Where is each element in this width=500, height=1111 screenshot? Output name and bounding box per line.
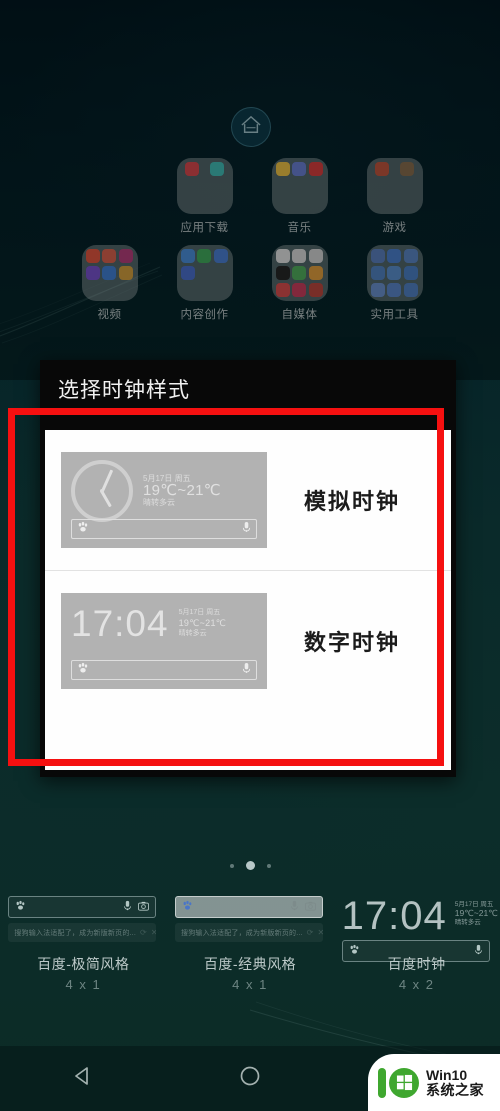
search-bar-preview xyxy=(8,896,157,918)
microphone-icon xyxy=(242,520,251,538)
weather-temperature: 19℃~21℃ xyxy=(143,482,221,499)
page-dot-active[interactable] xyxy=(245,861,255,870)
microphone-icon xyxy=(290,898,299,916)
camera-icon xyxy=(305,898,316,916)
win10-logo-icon xyxy=(378,1067,419,1098)
page-dot[interactable] xyxy=(229,863,234,868)
search-suggestion-preview: 搜狗输入法适配了，成为新版新页的... ⟳ ✕ xyxy=(8,923,157,942)
clock-style-dialog: 选择时钟样式 5月17日 周五 19℃~21℃ 晴转多云 模拟时钟 17:04 … xyxy=(40,360,456,777)
widget-option-baidu-clock[interactable]: 17:04 5月17日 周五 19℃~21℃ 晴转多云 百度时钟 4 x 2 xyxy=(333,896,500,1046)
widget-option-baidu-classic[interactable]: 搜狗输入法适配了，成为新版新页的... ⟳ ✕ 百度-经典风格 4 x 1 xyxy=(167,896,334,1046)
microphone-icon xyxy=(123,898,132,916)
widget-size: 4 x 1 xyxy=(232,977,268,992)
site-watermark: Win10 系统之家 xyxy=(368,1054,500,1111)
widget-picker-row: 搜狗输入法适配了，成为新版新页的... ⟳ ✕ 百度-极简风格 4 x 1 搜狗… xyxy=(0,896,500,1046)
digital-clock-preview: 17:04 5月17日 周五 19℃~21℃ 晴转多云 xyxy=(61,592,267,689)
phone-screen: 应用下载 音乐 游戏 视频 内容创作 自媒体 实用工具 搜狗输入法适配了，成为新… xyxy=(0,0,500,1111)
widget-option-baidu-minimal[interactable]: 搜狗输入法适配了，成为新版新页的... ⟳ ✕ 百度-极简风格 4 x 1 xyxy=(0,896,167,1046)
weather-condition: 晴转多云 xyxy=(178,630,207,637)
refresh-icon: ⟳ xyxy=(306,928,314,937)
watermark-line1: Win10 xyxy=(426,1066,468,1083)
clock-time: 17:04 xyxy=(71,602,169,644)
weather-block: 5月17日 周五 19℃~21℃ 晴转多云 xyxy=(143,473,221,509)
suggestion-text: 搜狗输入法适配了，成为新版新页的... xyxy=(14,929,136,937)
analog-clock-face-icon xyxy=(71,460,133,522)
widget-preview: 17:04 5月17日 周五 19℃~21℃ 晴转多云 xyxy=(341,894,498,962)
baidu-logo-icon xyxy=(182,898,193,916)
baidu-paw-icon xyxy=(15,898,26,916)
widget-preview: 搜狗输入法适配了，成为新版新页的... ⟳ ✕ xyxy=(175,896,325,954)
widget-label: 百度-极简风格 xyxy=(37,956,130,972)
clock-time: 17:04 xyxy=(341,894,447,938)
page-dot[interactable] xyxy=(266,863,271,868)
page-indicator xyxy=(0,861,500,870)
baidu-paw-icon xyxy=(77,520,89,538)
weather-block: 5月17日 周五 19℃~21℃ 晴转多云 xyxy=(455,896,498,927)
search-bar-preview xyxy=(175,896,323,918)
weather-condition: 晴转多云 xyxy=(454,919,481,926)
preview-search-bar xyxy=(71,659,257,680)
home-button[interactable] xyxy=(237,1063,263,1094)
widget-size: 4 x 1 xyxy=(65,977,102,992)
clock-style-option-analog[interactable]: 5月17日 周五 19℃~21℃ 晴转多云 模拟时钟 xyxy=(45,430,451,570)
clock-style-option-digital[interactable]: 17:04 5月17日 周五 19℃~21℃ 晴转多云 数字时钟 xyxy=(45,570,451,710)
widget-label: 百度-经典风格 xyxy=(203,956,297,972)
analog-clock-preview: 5月17日 周五 19℃~21℃ 晴转多云 xyxy=(61,452,267,548)
search-suggestion-preview: 搜狗输入法适配了，成为新版新页的... ⟳ ✕ xyxy=(175,923,323,942)
home-screen: 应用下载 音乐 游戏 视频 内容创作 自媒体 实用工具 xyxy=(0,0,500,380)
watermark-line2: 系统之家 xyxy=(426,1081,484,1098)
baidu-paw-icon xyxy=(349,942,360,960)
close-icon: ✕ xyxy=(150,928,157,937)
weather-date: 5月17日 周五 xyxy=(143,474,191,483)
clock-style-name: 数字时钟 xyxy=(303,629,400,655)
baidu-paw-icon xyxy=(77,661,89,679)
scrim-overlay xyxy=(0,0,500,380)
preview-search-bar xyxy=(71,519,257,539)
microphone-icon xyxy=(242,661,251,679)
widget-preview: 搜狗输入法适配了，成为新版新页的... ⟳ ✕ xyxy=(8,896,158,954)
close-icon: ✕ xyxy=(317,928,323,937)
weather-date: 5月17日 周五 xyxy=(178,609,221,616)
search-bar-preview xyxy=(341,940,490,962)
clock-style-name: 模拟时钟 xyxy=(303,489,400,514)
weather-block: 5月17日 周五 19℃~21℃ 晴转多云 xyxy=(179,608,227,639)
clock-style-list: 5月17日 周五 19℃~21℃ 晴转多云 模拟时钟 17:04 5月17日 周… xyxy=(45,430,451,770)
dialog-title: 选择时钟样式 xyxy=(58,379,190,402)
back-button[interactable] xyxy=(70,1063,96,1094)
suggestion-text: 搜狗输入法适配了，成为新版新页的... xyxy=(181,929,303,937)
microphone-icon xyxy=(474,942,483,960)
widget-size: 4 x 2 xyxy=(398,977,435,992)
weather-condition: 晴转多云 xyxy=(143,498,175,507)
camera-icon xyxy=(138,898,150,916)
refresh-icon: ⟳ xyxy=(139,928,147,937)
weather-temperature: 19℃~21℃ xyxy=(178,618,227,628)
weather-temperature: 19℃~21℃ xyxy=(454,908,498,918)
